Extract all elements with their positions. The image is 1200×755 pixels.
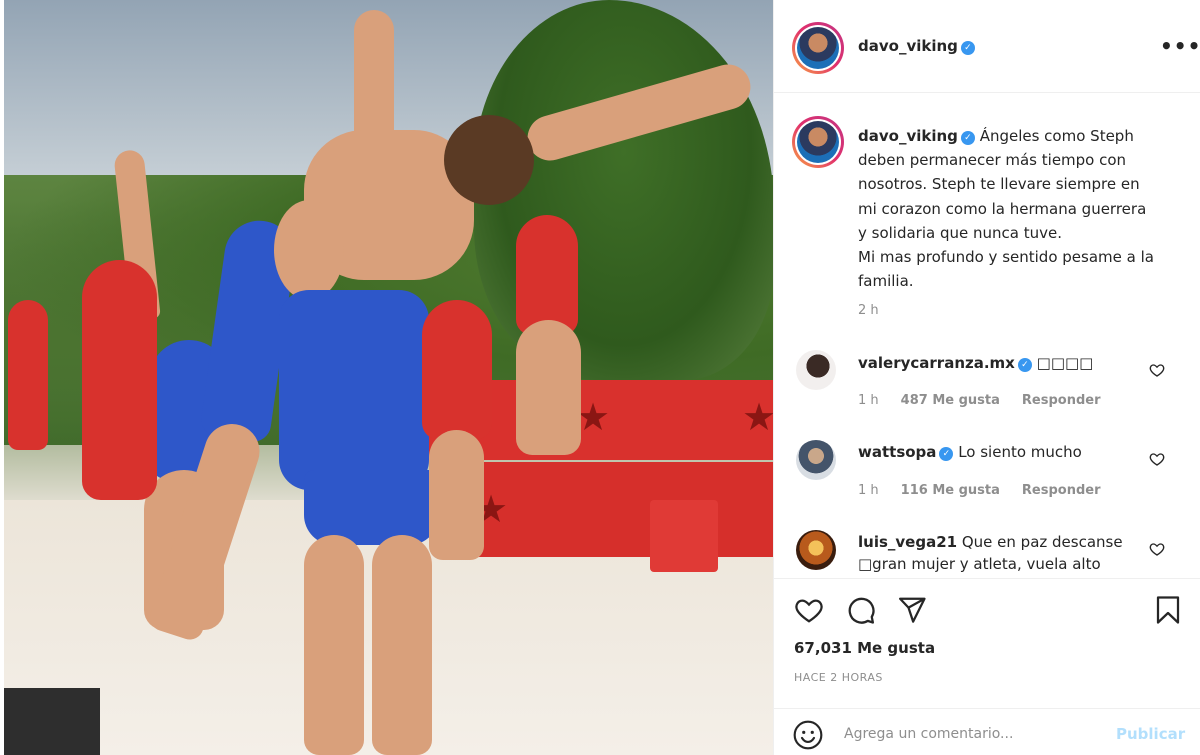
- reply-button[interactable]: Responder: [1022, 483, 1101, 498]
- like-heart-icon[interactable]: [794, 595, 824, 625]
- verified-badge-icon: ✓: [1017, 358, 1032, 372]
- caption-timestamp[interactable]: 2 h: [858, 303, 879, 318]
- heart-icon[interactable]: [1149, 362, 1165, 378]
- post-photo[interactable]: ★ ★ ★: [4, 0, 773, 755]
- photo-red-platform: [474, 462, 773, 557]
- star-icon: ★: [742, 395, 773, 439]
- likes-count[interactable]: 67,031 Me gusta: [794, 639, 935, 657]
- emoji-icon[interactable]: [792, 719, 824, 751]
- comment-bubble-icon[interactable]: [846, 595, 876, 625]
- heart-icon[interactable]: [1149, 451, 1165, 467]
- reply-button[interactable]: Responder: [1022, 393, 1101, 408]
- post-caption: davo_viking ✓ Ángeles como Steph deben pe…: [858, 124, 1158, 293]
- photo-woman-shorts: [304, 470, 439, 545]
- photo-dark-box: [4, 688, 100, 755]
- author-username[interactable]: davo_viking: [858, 37, 958, 55]
- comment-meta: 1 h 116 Me gusta Responder: [858, 483, 1122, 498]
- commenter-avatar[interactable]: [796, 350, 836, 390]
- photo-red-cube: [650, 500, 718, 572]
- commenter-avatar[interactable]: [796, 530, 836, 570]
- post-side-panel: davo_viking ✓ ••• davo_viking ✓ Ángeles co…: [773, 0, 1200, 755]
- comment-username[interactable]: wattsopa: [858, 443, 936, 461]
- post-header: davo_viking ✓ •••: [774, 0, 1200, 93]
- photo-figure-red-3-legs: [516, 320, 581, 455]
- photo-figure-red-2: [422, 300, 492, 440]
- comment-likes[interactable]: 116 Me gusta: [901, 483, 1000, 498]
- comment-text-row: valerycarranza.mx ✓ □□□□: [858, 352, 1148, 374]
- caption-avatar[interactable]: [792, 116, 844, 168]
- photo-woman-leg-left: [304, 535, 364, 755]
- photo-head: [444, 115, 534, 205]
- star-icon: ★: [576, 395, 611, 439]
- comment-meta: 1 h 487 Me gusta Responder: [858, 393, 1122, 408]
- commenter-avatar[interactable]: [796, 440, 836, 480]
- comment-likes[interactable]: 487 Me gusta: [901, 393, 1000, 408]
- comment-text-row: wattsopa ✓ Lo siento mucho: [858, 441, 1148, 463]
- share-paper-plane-icon[interactable]: [897, 595, 927, 625]
- post-time-ago[interactable]: HACE 2 HORAS: [794, 671, 883, 684]
- add-comment-bar: Publicar: [774, 708, 1200, 755]
- photo-figure-red-3: [516, 215, 578, 335]
- more-options-icon[interactable]: •••: [1160, 34, 1200, 58]
- photo-woman-leg-right: [372, 535, 432, 755]
- instagram-post-window: ★ ★ ★ davo_viking ✓ ••• davo_viking ✓ Án…: [0, 0, 1200, 755]
- verified-badge-icon: ✓: [960, 131, 975, 145]
- comment-username[interactable]: luis_vega21: [858, 533, 957, 551]
- comment-username[interactable]: valerycarranza.mx: [858, 354, 1015, 372]
- comment-text: Lo siento mucho: [958, 443, 1082, 461]
- post-actions: 67,031 Me gusta HACE 2 HORAS Publicar: [774, 578, 1200, 755]
- comment-time[interactable]: 1 h: [858, 393, 879, 408]
- save-bookmark-icon[interactable]: [1153, 595, 1183, 625]
- photo-woman-torso: [279, 290, 429, 490]
- heart-icon[interactable]: [1149, 541, 1165, 557]
- caption-username[interactable]: davo_viking: [858, 127, 958, 145]
- comment-text-row: luis_vega21 Que en paz descanse □gran mu…: [858, 531, 1148, 575]
- photo-figure-edge: [8, 300, 48, 450]
- comment-time[interactable]: 1 h: [858, 483, 879, 498]
- author-username-row[interactable]: davo_viking ✓: [858, 37, 975, 55]
- publish-button[interactable]: Publicar: [1116, 725, 1185, 743]
- verified-badge-icon: ✓: [960, 41, 975, 55]
- photo-figure-red: [82, 260, 157, 500]
- caption-text-2: Mi mas profundo y sentido pesame a la fa…: [858, 248, 1154, 291]
- photo-woman-head: [274, 200, 344, 300]
- comment-input[interactable]: [844, 721, 1104, 747]
- author-avatar[interactable]: [792, 22, 844, 74]
- verified-badge-icon: ✓: [939, 447, 954, 461]
- comment-text: □□□□: [1036, 354, 1094, 372]
- photo-figure-red-2-legs: [429, 430, 484, 560]
